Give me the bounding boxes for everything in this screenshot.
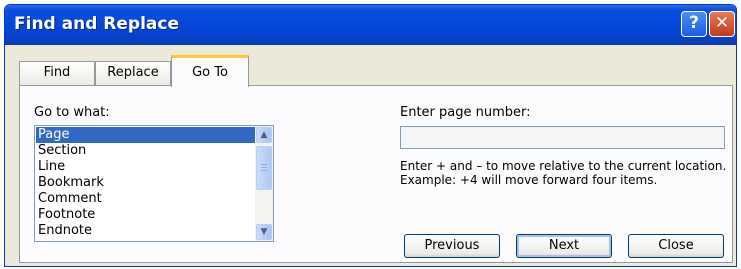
scroll-down-arrow-icon[interactable]: ▼ — [256, 224, 272, 240]
help-text: Enter + and – to move relative to the cu… — [400, 159, 727, 187]
list-item-bookmark[interactable]: Bookmark — [36, 175, 255, 191]
scroll-up-arrow-icon[interactable]: ▲ — [256, 127, 272, 143]
help-icon: ? — [689, 13, 699, 33]
close-icon: ✕ — [714, 13, 730, 33]
scroll-grip-line — [261, 170, 267, 171]
list-scrollbar[interactable]: ▲ ▼ — [255, 126, 273, 241]
go-to-panel: Go to what: Page Section Line Bookmark C… — [19, 85, 733, 263]
close-button[interactable]: Close — [628, 234, 724, 258]
tab-go-to[interactable]: Go To — [171, 55, 249, 87]
list-item-page[interactable]: Page — [36, 127, 255, 143]
tab-find[interactable]: Find — [19, 61, 95, 85]
go-to-what-list[interactable]: Page Section Line Bookmark Comment Footn… — [34, 125, 274, 242]
page-number-input[interactable] — [400, 126, 725, 149]
find-and-replace-dialog: Find and Replace ? ✕ Find Replace Go To … — [4, 4, 737, 267]
list-item-comment[interactable]: Comment — [36, 191, 255, 207]
title-bar[interactable]: Find and Replace ? ✕ — [5, 5, 736, 45]
help-button[interactable]: ? — [681, 11, 707, 37]
previous-button[interactable]: Previous — [404, 234, 500, 258]
go-to-what-label: Go to what: — [34, 105, 110, 120]
tab-replace[interactable]: Replace — [95, 61, 171, 85]
next-button[interactable]: Next — [516, 234, 612, 258]
list-item-footnote[interactable]: Footnote — [36, 207, 255, 223]
scroll-grip-line — [261, 164, 267, 165]
list-item-section[interactable]: Section — [36, 143, 255, 159]
scroll-grip-line — [261, 167, 267, 168]
scroll-thumb[interactable] — [256, 146, 272, 190]
close-window-button[interactable]: ✕ — [709, 11, 735, 37]
list-item-line[interactable]: Line — [36, 159, 255, 175]
list-item-endnote[interactable]: Endnote — [36, 223, 255, 239]
window-title: Find and Replace — [14, 14, 179, 34]
enter-page-number-label: Enter page number: — [400, 105, 531, 120]
